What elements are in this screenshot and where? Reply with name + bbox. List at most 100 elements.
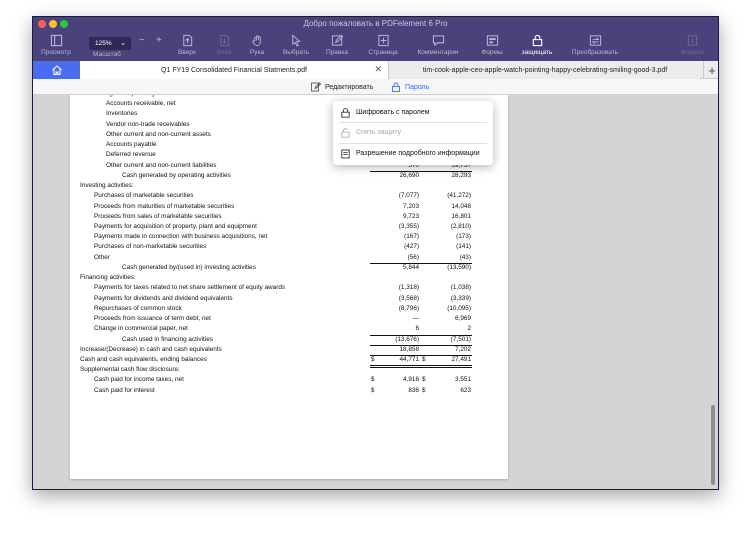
value-current-year: (13,676)	[395, 335, 419, 343]
add-tab-icon[interactable]: +	[703, 61, 718, 79]
permissions-label: Разрешение подробного информации	[356, 150, 480, 157]
view-button[interactable]: Просмотр	[39, 31, 73, 61]
statement-row: Cash generated by/(used in) investing ac…	[70, 263, 508, 273]
menu-divider	[339, 122, 487, 123]
value-current-year: 9,723	[403, 212, 419, 220]
row-label: Vendor non-trade receivables	[106, 120, 190, 128]
value-prior-year: 3,551	[455, 376, 471, 384]
value-current-year: 26,690	[399, 171, 419, 179]
page-icon	[377, 34, 389, 47]
value-prior-year: (2,810)	[450, 222, 471, 230]
rule-line	[421, 262, 472, 264]
statement-row: Increase/(Decrease) in cash and cash equ…	[70, 345, 508, 355]
convert-button[interactable]: Преобразовать	[569, 31, 621, 61]
statement-row: Proceeds from maturities of marketable s…	[70, 202, 508, 212]
zoom-label: Масштаб	[93, 51, 121, 58]
tab-tim-cook[interactable]: tim-cook-apple-ceo-apple-watch-pointing-…	[390, 61, 700, 79]
value-current-year: 5,844	[403, 263, 419, 271]
forms-button[interactable]: Формы	[477, 31, 507, 61]
hand-icon	[251, 35, 261, 47]
up-label: Вверх	[177, 49, 197, 56]
row-label: Cash used in financing activities	[122, 335, 213, 343]
page-button[interactable]: Страница	[365, 31, 401, 61]
vertical-scrollbar[interactable]	[711, 405, 715, 485]
row-label: Purchases of marketable securities	[94, 192, 194, 200]
statement-row: Cash paid for income taxes, net $ $4,916 3,…	[70, 375, 508, 385]
statement-row: Proceeds from issuance of term debt, net…	[70, 314, 508, 324]
statement-row: Financing activities:	[70, 273, 508, 283]
zoom-in-icon[interactable]: +	[156, 35, 162, 46]
currency-symbol: $	[371, 355, 375, 363]
value-current-year: (3,568)	[398, 294, 419, 302]
zoom-out-icon[interactable]: −	[139, 35, 145, 46]
row-label: Payments for acquisition of property, pl…	[94, 222, 257, 230]
select-button[interactable]: Выбрать	[280, 31, 312, 61]
statement-row: Cash paid for interest $ $836 623	[70, 386, 508, 396]
rule-line	[421, 354, 472, 356]
tab-label: tim-cook-apple-ceo-apple-watch-pointing-…	[422, 66, 668, 74]
comment-button[interactable]: Комментарии	[414, 31, 462, 61]
remove-protection-item[interactable]: Снять защиту	[333, 124, 493, 141]
hand-button[interactable]: Рука	[244, 31, 270, 61]
forms-icon	[486, 35, 498, 46]
edit-protection-button[interactable]: Редактировать	[311, 82, 373, 92]
window-title: Добро пожаловать в PDFelement 6 Pro	[303, 19, 448, 28]
row-label: Other current and non-current liabilitie…	[106, 161, 217, 169]
row-label: Cash generated by operating activities	[122, 171, 231, 179]
flag-button[interactable]: Флажок	[678, 31, 706, 61]
value-prior-year: 27,491	[451, 355, 471, 363]
row-label: Changes in operating assets and liabilit…	[94, 95, 215, 97]
permissions-item[interactable]: Разрешение подробного информации	[333, 145, 493, 162]
row-label: Accounts payable	[106, 141, 157, 149]
home-tab[interactable]	[33, 61, 80, 79]
encrypt-with-password-item[interactable]: Шифровать с паролем	[333, 104, 493, 121]
statement-row: Change in commercial paper, net 6 2	[70, 324, 508, 334]
statement-row: Payments for taxes related to net share …	[70, 283, 508, 293]
value-current-year: (8,796)	[398, 304, 419, 312]
edit-icon	[331, 34, 343, 46]
page-label: Страница	[368, 49, 398, 56]
value-current-year: 6	[415, 325, 419, 333]
statement-row: Cash and cash equivalents, ending balanc…	[70, 355, 508, 365]
row-label: Investing activities:	[80, 182, 134, 190]
encrypt-label: Шифровать с паролем	[356, 109, 430, 116]
edit-protection-label: Редактировать	[325, 83, 374, 91]
password-button[interactable]: Пароль	[391, 82, 429, 92]
edit-button[interactable]: Правка	[322, 31, 352, 61]
protect-button[interactable]: защищать	[519, 31, 555, 61]
down-button[interactable]: Вниз	[211, 31, 237, 61]
view-label: Просмотр	[41, 49, 71, 56]
value-current-year: 7,203	[403, 202, 419, 210]
tab-label: Q1 FY19 Consolidated Financial Statments…	[161, 66, 307, 74]
zoom-value: 125%	[95, 40, 112, 47]
row-label: Payments for dividends and dividend equi…	[94, 294, 233, 302]
menu-divider	[339, 143, 487, 144]
down-label: Вниз	[216, 49, 232, 56]
statement-row: Investing activities:	[70, 181, 508, 191]
up-icon	[182, 34, 192, 47]
value-prior-year: (43)	[459, 253, 471, 261]
close-icon[interactable]: ✕	[374, 64, 382, 75]
statement-row: Cash used in financing activities (13,676…	[70, 335, 508, 345]
value-current-year: (1,318)	[398, 284, 419, 292]
home-icon	[51, 65, 62, 76]
value-prior-year: 6,969	[455, 315, 471, 323]
tab-bar: Q1 FY19 Consolidated Financial Statments…	[33, 61, 718, 79]
value-current-year: (3,355)	[398, 222, 419, 230]
lock-icon	[392, 82, 400, 92]
currency-symbol: $	[422, 386, 426, 394]
rule-line	[421, 334, 472, 336]
value-current-year: 836	[408, 386, 419, 394]
value-prior-year: 14,048	[451, 202, 471, 210]
value-prior-year: (173)	[456, 233, 471, 241]
statement-row: Proceeds from sales of marketable securi…	[70, 212, 508, 222]
view-icon	[50, 34, 62, 47]
row-label: Other current and non-current assets	[106, 130, 211, 138]
app-window: Добро пожаловать в PDFelement 6 Pro Прос…	[32, 16, 719, 490]
currency-symbol: $	[422, 376, 426, 384]
up-button[interactable]: Вверх	[173, 31, 201, 61]
remove-protection-label: Снять защиту	[356, 129, 402, 136]
zoom-select[interactable]: 125% ⌄	[89, 37, 131, 50]
tab-financial-statements[interactable]: Q1 FY19 Consolidated Financial Statments…	[80, 61, 389, 79]
password-label: Пароль	[405, 83, 430, 91]
